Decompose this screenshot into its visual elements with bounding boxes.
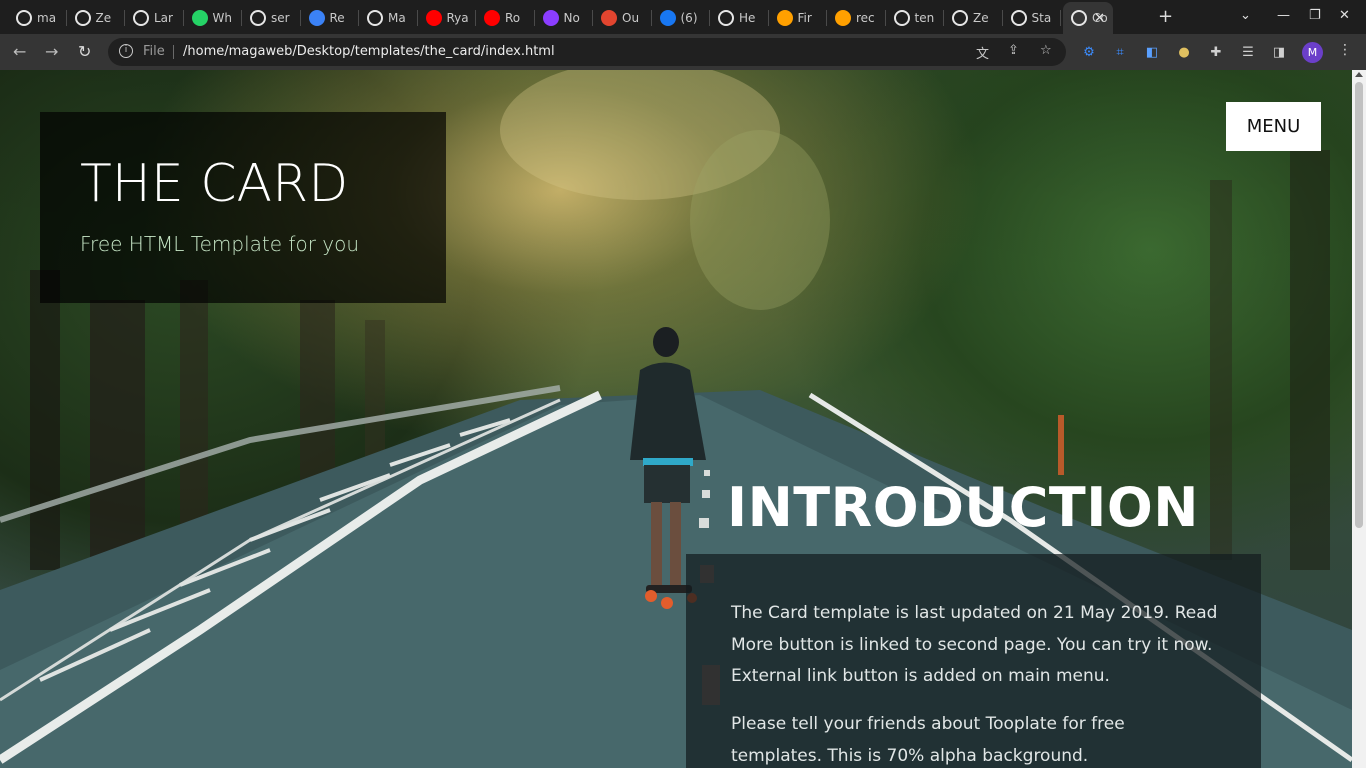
tab-label: He	[739, 11, 756, 25]
tab-label: (6)	[680, 11, 698, 25]
tab-close-icon[interactable]: ✕	[1094, 11, 1105, 26]
side-panel-icon[interactable]: ◨	[1270, 43, 1288, 61]
tab[interactable]: Ze	[67, 6, 125, 30]
back-arrow-icon[interactable]: ←	[13, 42, 26, 61]
tab[interactable]: Rya	[418, 6, 476, 30]
url-text[interactable]: /home/magaweb/Desktop/templates/the_card…	[183, 44, 555, 59]
maximize-icon[interactable]: ❐	[1309, 8, 1321, 23]
globe-icon	[952, 10, 968, 26]
tab[interactable]: He	[710, 6, 769, 30]
purple-square-icon	[542, 10, 559, 26]
github-icon	[250, 10, 266, 26]
bookmark-star-icon[interactable]: ☆	[1040, 43, 1052, 58]
grid-logo-icon	[367, 10, 383, 26]
facebook-icon	[659, 10, 676, 26]
crop-extension-icon[interactable]: ⌗	[1111, 43, 1129, 61]
tab-label: Ou	[622, 11, 640, 25]
cube-icon	[601, 10, 617, 26]
tab-separator	[1060, 10, 1061, 26]
site-subtitle: Free HTML Template for you	[80, 232, 360, 256]
tab[interactable]: Ro	[476, 6, 535, 30]
tab[interactable]: ma	[8, 6, 67, 30]
youtube-icon	[425, 10, 442, 26]
tab[interactable]: rec	[827, 6, 886, 30]
tab-label: Ze	[973, 11, 989, 25]
translate-icon[interactable]: ⽂	[976, 43, 989, 62]
tab-label: Ro	[505, 11, 521, 25]
address-divider	[173, 45, 174, 59]
tab[interactable]: Sta	[1003, 6, 1061, 30]
tab[interactable]: No	[535, 6, 593, 30]
m-logo-icon	[308, 10, 325, 26]
tab[interactable]: Ou	[593, 6, 652, 30]
tab-search-icon[interactable]: ⌄	[1240, 8, 1251, 23]
intro-card: The Card template is last updated on 21 …	[686, 554, 1261, 768]
tab-label: rec	[856, 11, 875, 25]
camera-extension-icon[interactable]: ◧	[1143, 43, 1161, 61]
menu-button[interactable]: MENU	[1226, 102, 1321, 151]
tab-label: Rya	[446, 11, 469, 25]
extension-blue-icon[interactable]: ⚙	[1080, 43, 1098, 61]
tab[interactable]: Ma	[359, 6, 418, 30]
tab-label: Fir	[797, 11, 812, 25]
tab[interactable]: Ze	[944, 6, 1003, 30]
tab-label: Ze	[95, 11, 112, 25]
tab-label: No	[563, 11, 580, 25]
site-title: THE CARD	[80, 154, 349, 214]
tab[interactable]: (6)	[652, 6, 710, 30]
intro-paragraph: The Card template is last updated on 21 …	[731, 603, 1218, 686]
title-card: THE CARD Free HTML Template for you	[40, 112, 446, 303]
new-tab-button[interactable]: +	[1158, 6, 1173, 27]
page-scrollbar[interactable]	[1352, 70, 1366, 768]
scroll-up-arrow-icon[interactable]	[1355, 72, 1363, 77]
minimize-icon[interactable]: —	[1277, 8, 1290, 23]
tab-active[interactable]: Co ✕	[1063, 2, 1113, 34]
firebase-icon	[776, 10, 793, 26]
whatsapp-icon	[191, 10, 208, 26]
more-menu-icon[interactable]: ⋮	[1338, 42, 1352, 58]
color-extension-icon[interactable]: ●	[1175, 43, 1193, 61]
tab-label: ten	[914, 11, 935, 25]
tab-label: ser	[271, 11, 290, 25]
intro-heading: INTRODUCTION	[727, 476, 1199, 539]
firebase-icon	[835, 10, 851, 26]
extensions-puzzle-icon[interactable]: ✚	[1207, 43, 1225, 61]
tab-label: Wh	[212, 11, 232, 25]
site-info-icon[interactable]: i	[119, 44, 133, 58]
page-viewport: THE CARD Free HTML Template for you MENU…	[0, 70, 1352, 768]
globe-icon	[1071, 10, 1087, 26]
globe-icon	[74, 10, 91, 26]
tab[interactable]: Lar	[125, 6, 184, 30]
globe-icon	[1010, 10, 1027, 26]
tab-label: ma	[37, 11, 57, 25]
tab-strip: ma Ze Lar Wh ser Re Ma Rya Ro No Ou (6) He Fir rec ten Z…	[0, 0, 1366, 34]
tab-label: Lar	[154, 11, 173, 25]
youtube-icon	[484, 10, 500, 26]
browser-toolbar: ← → ↻ i File /home/magaweb/Desktop/templ…	[0, 34, 1366, 70]
tab[interactable]: ten	[886, 6, 944, 30]
window-close-icon[interactable]: ✕	[1339, 8, 1350, 23]
github-icon	[16, 10, 32, 26]
globe-icon	[133, 10, 149, 26]
reload-icon[interactable]: ↻	[78, 42, 91, 61]
reading-list-icon[interactable]: ☰	[1239, 43, 1257, 61]
address-bar[interactable]: i File /home/magaweb/Desktop/templates/t…	[108, 38, 1066, 66]
tab-label: Ma	[388, 11, 406, 25]
github-icon	[893, 10, 910, 26]
share-icon[interactable]: ⇪	[1008, 43, 1019, 58]
intro-paragraph: Please tell your friends about Tooplate …	[731, 714, 1125, 766]
tab[interactable]: Fir	[769, 6, 827, 30]
tab-label: Re	[329, 11, 345, 25]
profile-avatar[interactable]: M	[1302, 42, 1323, 63]
scrollbar-thumb[interactable]	[1355, 82, 1363, 528]
forward-arrow-icon[interactable]: →	[45, 42, 58, 61]
globe-icon	[718, 10, 734, 26]
scheme-label: File	[143, 44, 165, 59]
tab-label: Sta	[1031, 11, 1052, 25]
tab[interactable]: ser	[242, 6, 301, 30]
tab[interactable]: Re	[301, 6, 359, 30]
tab[interactable]: Wh	[184, 6, 242, 30]
